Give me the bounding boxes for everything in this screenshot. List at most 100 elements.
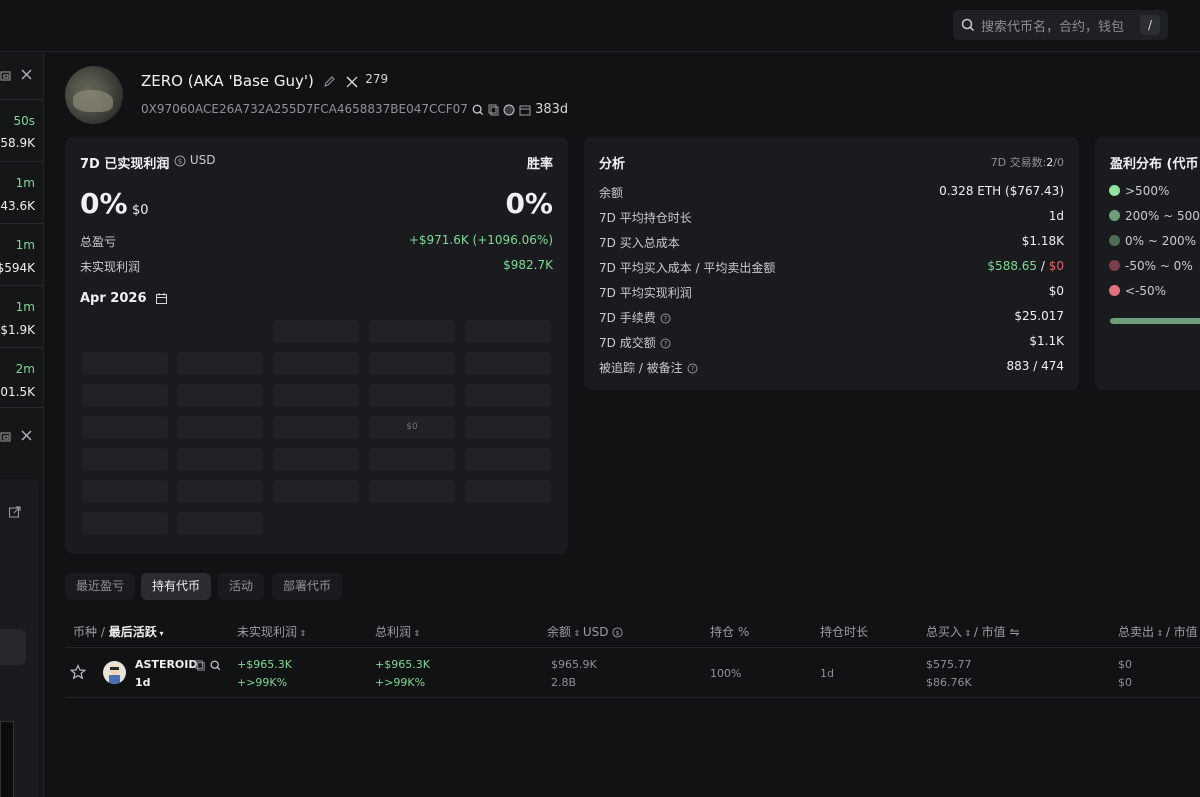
calendar-day[interactable] <box>82 416 168 439</box>
popout-icon[interactable] <box>0 429 12 443</box>
tab-holdings[interactable]: 持有代币 <box>141 573 212 600</box>
calendar-day[interactable] <box>82 384 168 407</box>
calendar-day[interactable] <box>465 416 551 439</box>
popout-icon[interactable] <box>0 68 12 82</box>
sort-balance[interactable]: 余额 ⇕ USD $ <box>547 623 623 640</box>
calendar-day[interactable] <box>273 384 359 407</box>
calendar-day[interactable] <box>177 416 263 439</box>
side-field[interactable] <box>0 629 26 665</box>
info-icon[interactable]: ? <box>660 311 671 325</box>
legend-item: 200% ~ 500% <box>1109 209 1200 223</box>
analysis-value: $1.18K <box>1021 234 1064 248</box>
info-icon[interactable]: ? <box>687 361 698 375</box>
pnl-card: 7D 已实现利润 $ USD 胜率 0% $0 0% 总盈亏 +$971.6K … <box>65 137 568 554</box>
calendar-day[interactable] <box>177 448 263 471</box>
search-icon[interactable] <box>472 102 488 116</box>
month-label: Apr 2026 <box>80 291 147 306</box>
calendar-day[interactable] <box>273 448 359 471</box>
feed-value: 201.5K <box>0 385 35 399</box>
analysis-value-pair: $588.65 / $0 <box>987 259 1064 273</box>
star-icon[interactable] <box>70 664 86 680</box>
currency-toggle[interactable]: $ USD <box>174 153 215 167</box>
calendar-day[interactable] <box>177 512 263 535</box>
copy-icon[interactable] <box>488 102 504 116</box>
search-shortcut-key: / <box>1140 15 1160 35</box>
calendar-day-today[interactable]: $0 <box>369 416 455 439</box>
search-icon[interactable] <box>210 658 221 672</box>
legend-dot <box>1109 235 1120 246</box>
calendar-day[interactable] <box>273 352 359 375</box>
swap-icon[interactable]: ⇋ <box>1010 625 1020 639</box>
calendar-day[interactable] <box>82 512 168 535</box>
tab-deployed-tokens[interactable]: 部署代币 <box>272 573 343 600</box>
currency-icon[interactable]: $ <box>612 625 623 639</box>
calendar-day[interactable] <box>369 448 455 471</box>
analysis-label: 7D 平均持仓时长 <box>599 211 692 225</box>
tab-recent-pnl[interactable]: 最近盈亏 <box>65 573 136 600</box>
edit-icon[interactable] <box>323 72 341 90</box>
sort-total-sell[interactable]: 总卖出 ⇕ / 市值 <box>1118 623 1198 640</box>
token-last-active: 1d <box>135 676 151 689</box>
unrealized-usd: +$965.3K <box>237 658 292 671</box>
close-icon[interactable] <box>20 428 33 442</box>
feed-time: 50s <box>13 114 35 128</box>
winrate-value: 0% <box>505 187 553 220</box>
close-icon[interactable] <box>20 67 33 81</box>
legend-label: >500% <box>1125 184 1170 198</box>
calendar-day[interactable] <box>465 480 551 503</box>
calendar-day[interactable] <box>82 352 168 375</box>
tab-activity[interactable]: 活动 <box>218 573 265 600</box>
x-twitter-icon[interactable] <box>346 72 363 90</box>
calendar-day[interactable] <box>177 352 263 375</box>
analysis-title: 分析 <box>599 157 626 172</box>
info-icon[interactable]: ? <box>660 336 671 350</box>
tx-count: 7D 交易数:2/0 <box>991 154 1064 170</box>
sort-last-active[interactable]: 最后活跃 ▾ <box>109 625 164 639</box>
external-link-icon[interactable] <box>8 504 22 519</box>
analysis-label: 余额 <box>599 186 624 200</box>
legend-item: 0% ~ 200% <box>1109 234 1196 248</box>
legend-item: >500% <box>1109 184 1169 198</box>
feed-value: 243.6K <box>0 199 35 213</box>
calendar-day[interactable] <box>465 352 551 375</box>
sort-total-profit[interactable]: 总利润 ⇕ <box>375 623 420 640</box>
calendar-day[interactable] <box>369 320 455 343</box>
tx-count-label: 7D 交易数: <box>990 156 1047 169</box>
calendar-day[interactable] <box>465 448 551 471</box>
legend-item: <-50% <box>1109 284 1166 298</box>
calendar-day[interactable] <box>465 320 551 343</box>
copy-icon[interactable] <box>195 658 206 672</box>
calendar-day[interactable] <box>273 480 359 503</box>
unrealized-label: 未实现利润 <box>80 260 141 274</box>
calendar-day[interactable] <box>177 384 263 407</box>
profit-distribution-card: 盈利分布 (代币 >500% 200% ~ 500% 0% ~ 200% -50… <box>1095 137 1200 390</box>
position-pct: 100% <box>710 667 742 680</box>
sort-total-buy[interactable]: 总买入 ⇕ / 市值 ⇋ <box>926 623 1020 640</box>
calendar-day[interactable] <box>82 448 168 471</box>
month-picker[interactable]: Apr 2026 <box>80 291 168 306</box>
calendar-day[interactable] <box>273 320 359 343</box>
total-pnl-label: 总盈亏 <box>80 235 117 249</box>
followers-count: 279 <box>365 72 389 86</box>
analysis-label-tracked: 被追踪 / 被备注 ? <box>599 359 698 376</box>
table-row[interactable]: ASTEROID 1d +$965.3K +>99K% +$965.3K +>9… <box>65 648 1200 698</box>
token-name[interactable]: ASTEROID <box>135 658 198 671</box>
calendar-day[interactable] <box>465 384 551 407</box>
sort-unrealized[interactable]: 未实现利润 ⇕ <box>237 623 306 640</box>
th-market-value-label: 市值 <box>981 625 1006 639</box>
calendar-day[interactable] <box>177 480 263 503</box>
calendar-day[interactable] <box>369 480 455 503</box>
calendar-day[interactable] <box>82 480 168 503</box>
calendar-day[interactable] <box>369 384 455 407</box>
calendar-day[interactable] <box>273 416 359 439</box>
search-input[interactable]: 搜索代币名，合约，钱包 / <box>953 10 1168 40</box>
analysis-value: $0 <box>1048 284 1064 298</box>
legend-label: <-50% <box>1125 284 1167 298</box>
th-separator: / <box>97 625 109 639</box>
calendar-day[interactable] <box>369 352 455 375</box>
globe-icon[interactable] <box>503 102 519 116</box>
top-bar: 搜索代币名，合约，钱包 / <box>0 0 1200 52</box>
feed-value: $1.9K <box>0 323 35 337</box>
profit-usd: +$965.3K <box>375 658 430 671</box>
unrealized-pct: +>99K% <box>237 676 288 689</box>
